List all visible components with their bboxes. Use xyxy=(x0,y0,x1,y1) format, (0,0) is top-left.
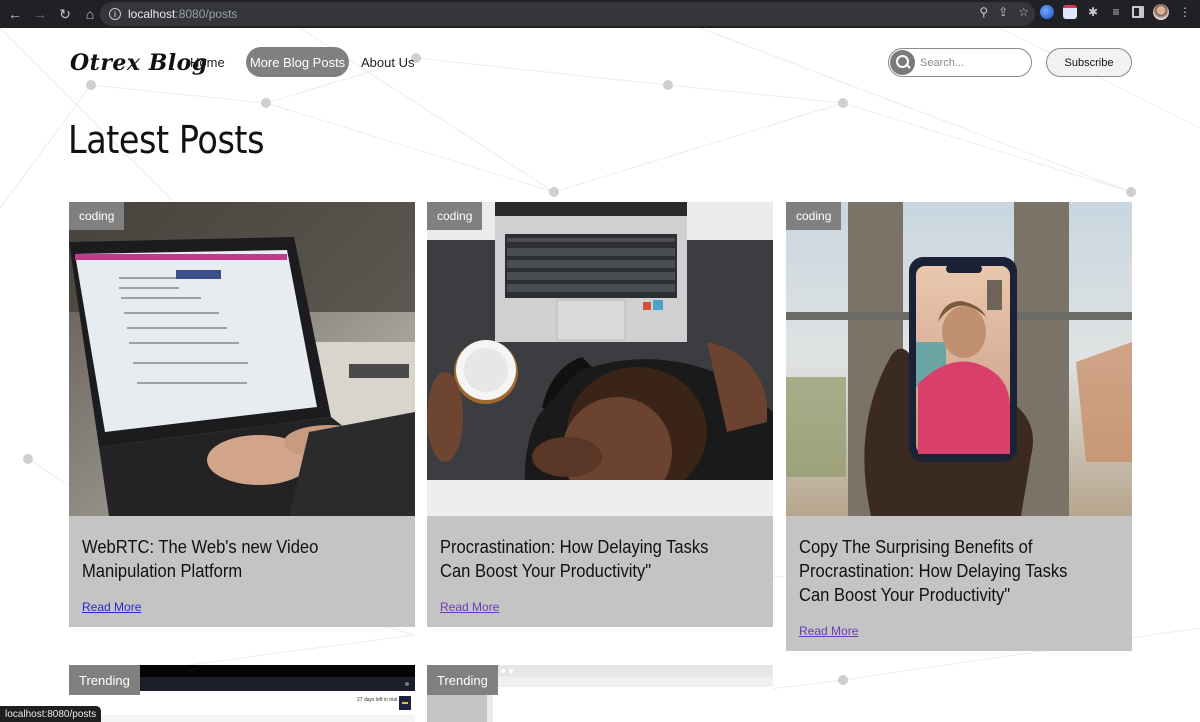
media-playlist-icon[interactable]: ≡ xyxy=(1109,5,1123,19)
bookmark-star-icon[interactable]: ☆ xyxy=(1018,5,1029,19)
address-bar[interactable]: i localhost:8080/posts ⚲ ⇪ ☆ xyxy=(100,2,1035,26)
post-image-laptop-typing[interactable] xyxy=(69,202,415,516)
side-panel-icon[interactable] xyxy=(1132,6,1144,18)
page-title: Latest Posts xyxy=(68,118,265,162)
page: Otrex Blog Home More Blog Posts About Us… xyxy=(0,28,1200,722)
menu-kebab-icon[interactable]: ⋮ xyxy=(1178,5,1192,19)
post-card[interactable]: Trending xyxy=(427,665,773,722)
share-icon[interactable]: ⇪ xyxy=(998,5,1008,19)
category-tag[interactable]: coding xyxy=(69,202,125,230)
extension-icon[interactable] xyxy=(1040,5,1054,19)
post-title[interactable]: Procrastination: How Delaying Tasks Can … xyxy=(440,535,739,583)
category-tag[interactable]: Trending xyxy=(69,665,140,695)
nav-home[interactable]: Home xyxy=(190,55,225,70)
trial-notice: 27 days left in trial xyxy=(357,697,398,703)
home-icon[interactable]: ⌂ xyxy=(79,3,101,25)
post-image-man-sleeping[interactable] xyxy=(427,202,773,516)
site-logo[interactable]: Otrex Blog xyxy=(70,50,208,76)
site-info-icon[interactable]: i xyxy=(109,8,121,20)
search-box[interactable] xyxy=(888,48,1032,77)
read-more-link[interactable]: Read More xyxy=(799,624,858,638)
profile-avatar[interactable] xyxy=(1153,4,1169,20)
post-card[interactable]: coding Copy The Surprising Benefits of P… xyxy=(786,202,1132,651)
search-icon[interactable] xyxy=(890,50,915,75)
url-path: :8080/posts xyxy=(175,7,238,21)
puzzle-extensions-icon[interactable]: ✱ xyxy=(1086,5,1100,19)
post-card[interactable]: 27 days left in trial Trending xyxy=(69,665,415,722)
post-card[interactable]: coding Procrastination: How Delaying Tas… xyxy=(427,202,773,627)
nav-more-blog-posts[interactable]: More Blog Posts xyxy=(246,47,349,77)
forward-icon[interactable]: → xyxy=(29,3,51,25)
url-text[interactable]: localhost:8080/posts xyxy=(128,7,237,21)
status-bar-url: localhost:8080/posts xyxy=(0,706,102,722)
back-icon[interactable]: ← xyxy=(4,3,26,25)
nav-about-us[interactable]: About Us xyxy=(361,55,414,70)
category-tag[interactable]: Trending xyxy=(427,665,498,695)
post-title[interactable]: WebRTC: The Web's new Video Manipulation… xyxy=(82,535,381,583)
calendar-extension-icon[interactable] xyxy=(1063,5,1077,19)
url-host: localhost xyxy=(128,7,176,21)
read-more-link[interactable]: Read More xyxy=(82,600,141,614)
read-more-link[interactable]: Read More xyxy=(440,600,499,614)
search-input[interactable] xyxy=(920,56,1020,69)
category-tag[interactable]: coding xyxy=(427,202,483,230)
subscribe-button[interactable]: Subscribe xyxy=(1046,48,1132,77)
category-tag[interactable]: coding xyxy=(786,202,842,230)
zoom-icon[interactable]: ⚲ xyxy=(979,5,988,19)
browser-toolbar: ← → ↻ ⌂ i localhost:8080/posts ⚲ ⇪ ☆ ✱ ≡… xyxy=(0,0,1200,28)
reload-icon[interactable]: ↻ xyxy=(54,3,76,25)
post-image-phone-video-call[interactable] xyxy=(786,202,1132,516)
post-card[interactable]: coding WebRTC: The Web's new Video Manip… xyxy=(69,202,415,627)
post-title[interactable]: Copy The Surprising Benefits of Procrast… xyxy=(799,535,1098,607)
